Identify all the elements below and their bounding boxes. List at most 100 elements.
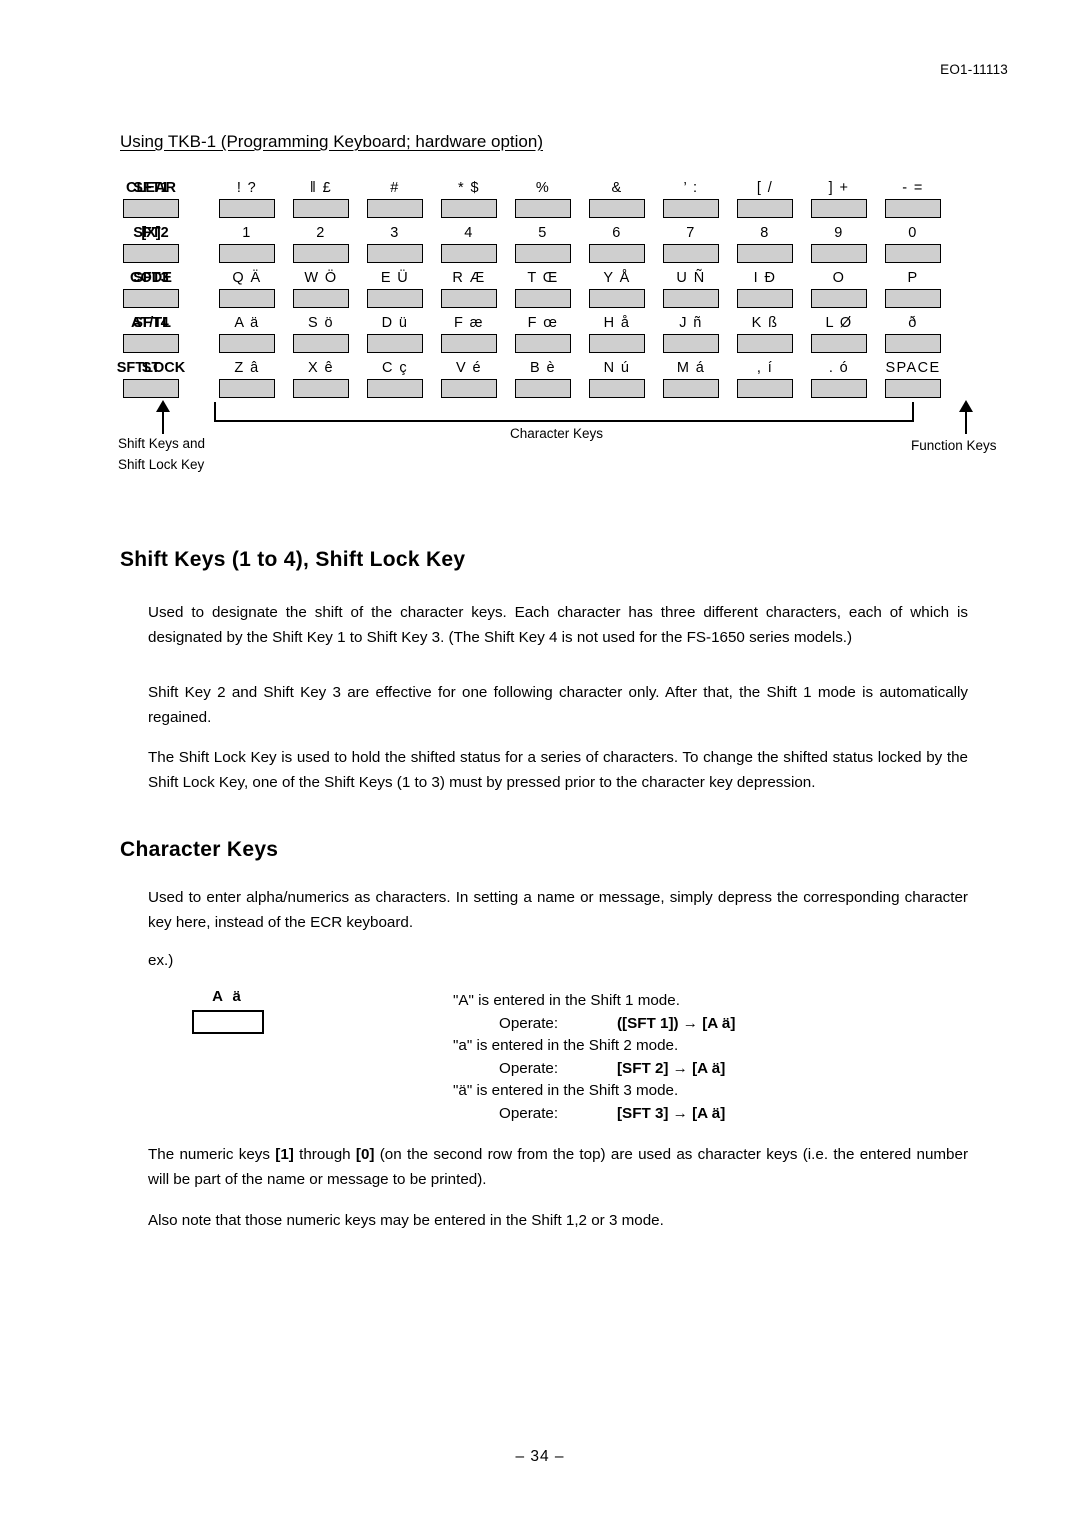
- key-box[interactable]: [441, 199, 497, 218]
- key-r5-c12[interactable]: ST: [108, 360, 194, 398]
- key-box[interactable]: [515, 244, 571, 263]
- key-box[interactable]: [811, 244, 867, 263]
- key-box[interactable]: [367, 289, 423, 308]
- key-box[interactable]: [441, 289, 497, 308]
- key-r1-c4[interactable]: #: [364, 180, 426, 218]
- key-box[interactable]: [737, 379, 793, 398]
- key-box[interactable]: [589, 289, 645, 308]
- key-r2-c12[interactable]: [X]: [108, 225, 194, 263]
- key-r1-c2[interactable]: ! ?: [216, 180, 278, 218]
- key-box[interactable]: [589, 334, 645, 353]
- key-r4-c3[interactable]: S ö: [290, 315, 352, 353]
- key-box[interactable]: [663, 244, 719, 263]
- key-box[interactable]: [367, 199, 423, 218]
- key-r2-c7[interactable]: 6: [586, 225, 648, 263]
- key-box[interactable]: [663, 199, 719, 218]
- key-box[interactable]: [885, 379, 941, 398]
- key-box[interactable]: [737, 289, 793, 308]
- key-box[interactable]: [219, 289, 275, 308]
- key-r1-c8[interactable]: ’ :: [660, 180, 722, 218]
- key-r1-c10[interactable]: ] +: [808, 180, 870, 218]
- key-r3-c5[interactable]: R Æ: [438, 270, 500, 308]
- key-r3-c7[interactable]: Y Å: [586, 270, 648, 308]
- key-r3-c3[interactable]: W Ö: [290, 270, 352, 308]
- key-r5-c8[interactable]: M á: [660, 360, 722, 398]
- key-r4-c5[interactable]: F æ: [438, 315, 500, 353]
- key-r5-c7[interactable]: N ú: [586, 360, 648, 398]
- key-box[interactable]: [367, 244, 423, 263]
- key-r3-c8[interactable]: U Ñ: [660, 270, 722, 308]
- key-r4-c4[interactable]: D ü: [364, 315, 426, 353]
- key-r2-c9[interactable]: 8: [734, 225, 796, 263]
- key-r5-c2[interactable]: Z â: [216, 360, 278, 398]
- key-box[interactable]: [589, 379, 645, 398]
- key-box[interactable]: [885, 199, 941, 218]
- key-box[interactable]: [123, 379, 179, 398]
- key-box[interactable]: [293, 334, 349, 353]
- key-r4-c7[interactable]: H å: [586, 315, 648, 353]
- key-box[interactable]: [811, 334, 867, 353]
- key-r3-c2[interactable]: Q Ä: [216, 270, 278, 308]
- key-box[interactable]: [123, 289, 179, 308]
- key-box[interactable]: [811, 379, 867, 398]
- key-box[interactable]: [293, 199, 349, 218]
- key-r1-c9[interactable]: [ /: [734, 180, 796, 218]
- key-box[interactable]: [441, 244, 497, 263]
- key-box[interactable]: [589, 199, 645, 218]
- key-r2-c4[interactable]: 3: [364, 225, 426, 263]
- key-r3-c9[interactable]: I Ð: [734, 270, 796, 308]
- key-box[interactable]: [811, 289, 867, 308]
- key-r5-c6[interactable]: B è: [512, 360, 574, 398]
- key-r1-c3[interactable]: ‖ £: [290, 180, 352, 218]
- key-box[interactable]: [811, 199, 867, 218]
- key-r2-c6[interactable]: 5: [512, 225, 574, 263]
- key-box[interactable]: [293, 379, 349, 398]
- key-r2-c5[interactable]: 4: [438, 225, 500, 263]
- key-r4-c6[interactable]: F œ: [512, 315, 574, 353]
- key-r1-c11[interactable]: - =: [882, 180, 944, 218]
- key-box[interactable]: [663, 379, 719, 398]
- key-r4-c8[interactable]: J ñ: [660, 315, 722, 353]
- key-box[interactable]: [515, 379, 571, 398]
- key-r2-c10[interactable]: 9: [808, 225, 870, 263]
- key-r3-c10[interactable]: O: [808, 270, 870, 308]
- key-box[interactable]: [367, 379, 423, 398]
- key-box[interactable]: [737, 244, 793, 263]
- key-r5-c3[interactable]: X ê: [290, 360, 352, 398]
- key-box[interactable]: [441, 334, 497, 353]
- key-r1-c12[interactable]: CLEAR: [108, 180, 194, 218]
- key-box[interactable]: [123, 334, 179, 353]
- key-r1-c5[interactable]: * $: [438, 180, 500, 218]
- key-box[interactable]: [123, 199, 179, 218]
- key-r1-c7[interactable]: &: [586, 180, 648, 218]
- key-box[interactable]: [219, 244, 275, 263]
- key-box[interactable]: [737, 199, 793, 218]
- key-r2-c11[interactable]: 0: [882, 225, 944, 263]
- key-box[interactable]: [219, 379, 275, 398]
- key-box[interactable]: [737, 334, 793, 353]
- key-r5-c5[interactable]: V é: [438, 360, 500, 398]
- key-box[interactable]: [293, 289, 349, 308]
- key-box[interactable]: [885, 289, 941, 308]
- key-box[interactable]: [515, 199, 571, 218]
- key-r2-c3[interactable]: 2: [290, 225, 352, 263]
- key-r5-c10[interactable]: . ó: [808, 360, 870, 398]
- key-box[interactable]: [885, 334, 941, 353]
- key-r3-c11[interactable]: P: [882, 270, 944, 308]
- key-box[interactable]: [293, 244, 349, 263]
- key-r4-c11[interactable]: ð: [882, 315, 944, 353]
- key-r4-c12[interactable]: AT/TL: [108, 315, 194, 353]
- key-r5-c4[interactable]: C ç: [364, 360, 426, 398]
- key-box[interactable]: [663, 334, 719, 353]
- key-r5-c9[interactable]: , í: [734, 360, 796, 398]
- key-box[interactable]: [515, 289, 571, 308]
- key-r3-c6[interactable]: T Œ: [512, 270, 574, 308]
- key-r4-c2[interactable]: A ä: [216, 315, 278, 353]
- key-box[interactable]: [589, 244, 645, 263]
- key-r5-c11[interactable]: SPACE: [882, 360, 944, 398]
- key-r3-c4[interactable]: E Ü: [364, 270, 426, 308]
- key-box[interactable]: [663, 289, 719, 308]
- key-r2-c2[interactable]: 1: [216, 225, 278, 263]
- key-r4-c10[interactable]: L Ø: [808, 315, 870, 353]
- key-box[interactable]: [515, 334, 571, 353]
